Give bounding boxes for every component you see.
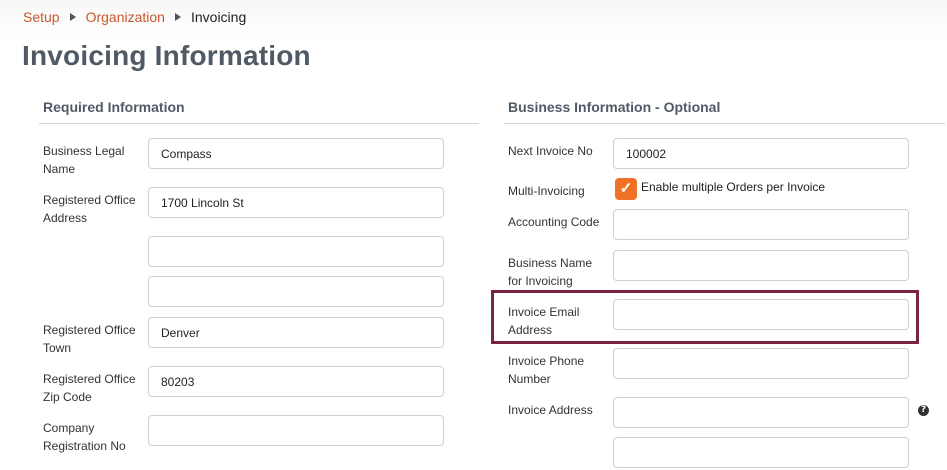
registered-office-zip-input[interactable]	[148, 366, 444, 397]
invoice-phone-number-input[interactable]	[613, 348, 909, 379]
business-name-for-invoicing-input[interactable]	[613, 250, 909, 281]
breadcrumb: Setup Organization Invoicing	[23, 9, 246, 25]
registered-office-address-line1-input[interactable]	[148, 187, 444, 218]
business-name-for-invoicing-label: Business Name for Invoicing	[508, 256, 593, 288]
accounting-code-input[interactable]	[613, 209, 909, 240]
registered-office-address-line3-input[interactable]	[148, 276, 444, 307]
breadcrumb-organization-link[interactable]: Organization	[86, 9, 165, 25]
registered-office-town-input[interactable]	[148, 317, 444, 348]
breadcrumb-separator-icon	[174, 13, 181, 21]
breadcrumb-current: Invoicing	[190, 9, 247, 25]
registered-office-zip-label: Registered Office Zip Code	[43, 372, 136, 404]
invoice-address-line2-input[interactable]	[613, 437, 909, 468]
multi-invoicing-checkbox-label[interactable]: Enable multiple Orders per Invoice	[641, 178, 825, 196]
multi-invoicing-checkbox[interactable]: ✓	[615, 178, 637, 200]
checkmark-icon: ✓	[619, 180, 633, 197]
breadcrumb-separator-icon	[69, 13, 76, 21]
invoice-address-label: Invoice Address	[508, 403, 593, 417]
registered-office-town-label: Registered Office Town	[43, 323, 136, 355]
invoice-address-line1-input[interactable]	[613, 397, 909, 428]
registered-office-address-line2-input[interactable]	[148, 236, 444, 267]
invoice-email-address-label: Invoice Email Address	[508, 305, 580, 337]
question-circle-icon[interactable]: ?	[918, 405, 929, 416]
business-legal-name-input[interactable]	[148, 138, 444, 169]
business-information-optional-section: Business Information - Optional Next Inv…	[504, 98, 945, 468]
invoice-email-address-input[interactable]	[613, 299, 909, 330]
invoice-phone-number-label: Invoice Phone Number	[508, 354, 585, 386]
registered-office-address-label: Registered Office Address	[43, 193, 136, 225]
required-information-title: Required Information	[39, 98, 479, 124]
breadcrumb-setup-link[interactable]: Setup	[23, 9, 60, 25]
company-registration-no-input[interactable]	[148, 415, 444, 446]
accounting-code-label: Accounting Code	[508, 215, 600, 229]
page-title: Invoicing Information	[22, 40, 311, 71]
multi-invoicing-label: Multi-Invoicing	[508, 184, 585, 198]
company-registration-no-label: Company Registration No	[43, 421, 126, 453]
next-invoice-no-input[interactable]	[613, 138, 909, 169]
business-legal-name-label: Business Legal Name	[43, 144, 125, 176]
required-information-section: Required Information Business Legal Name…	[39, 98, 479, 453]
next-invoice-no-label: Next Invoice No	[508, 144, 593, 158]
business-information-optional-title: Business Information - Optional	[504, 98, 945, 124]
